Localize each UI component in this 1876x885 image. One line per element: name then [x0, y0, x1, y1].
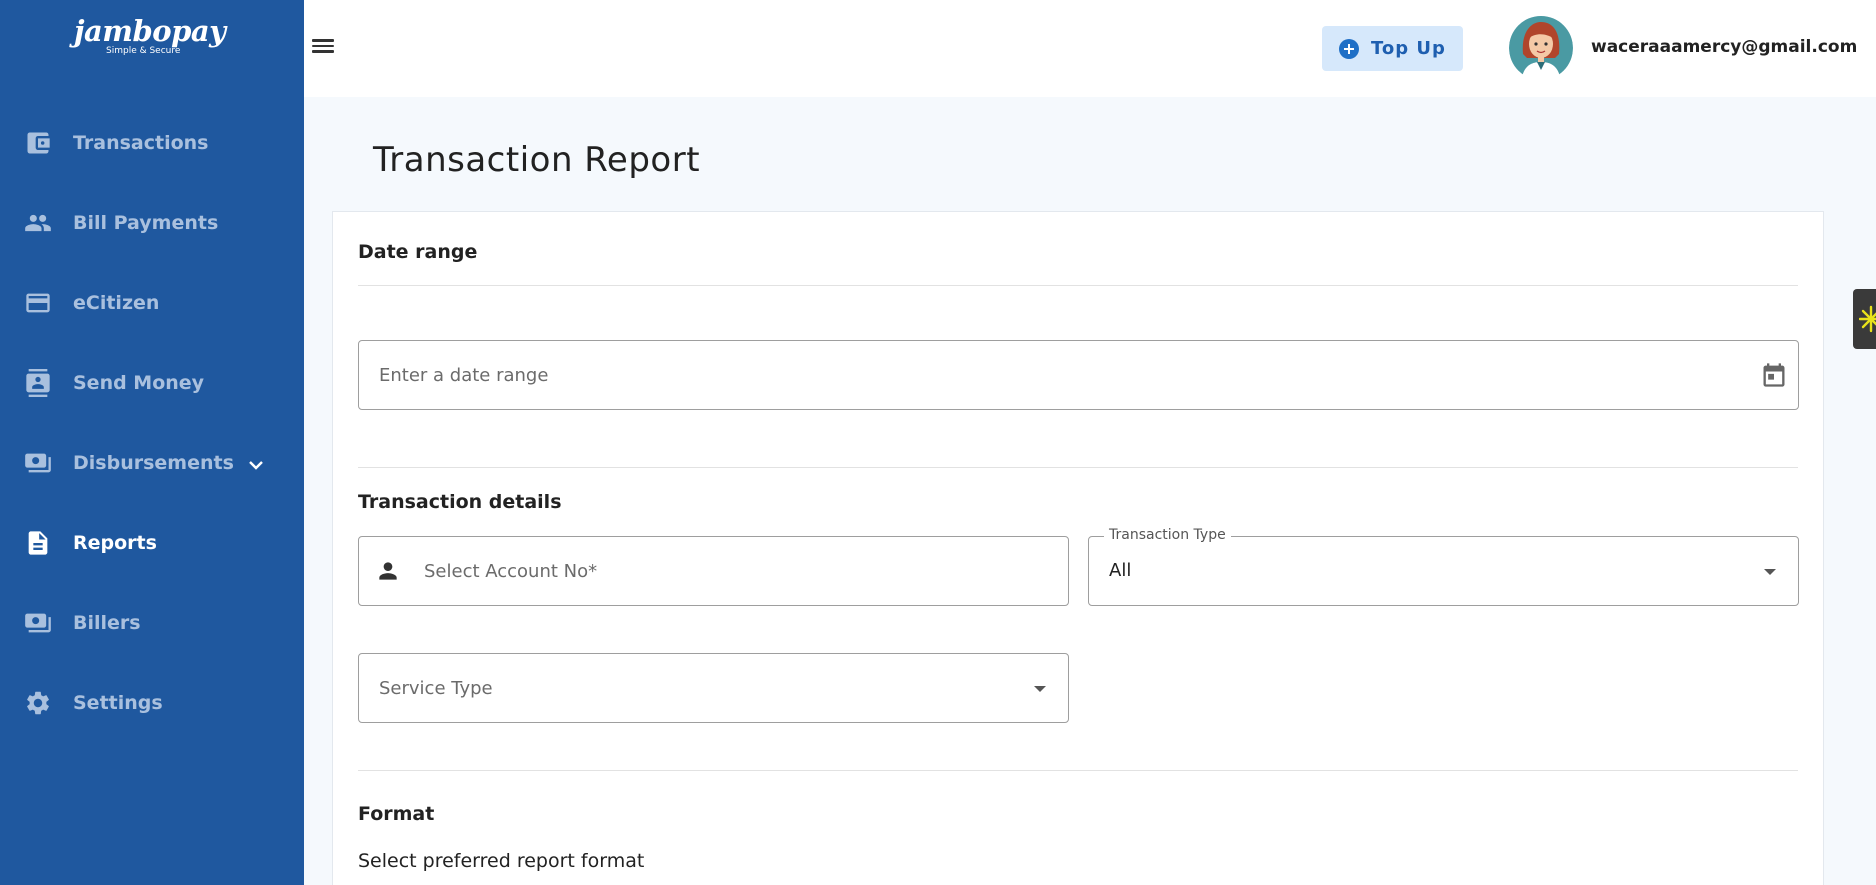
cash-icon	[24, 609, 52, 637]
dropdown-arrow-icon	[1034, 686, 1046, 692]
logo-text: jambopay	[74, 14, 226, 48]
sidebar-item-disbursements[interactable]: Disbursements	[0, 423, 304, 503]
transaction-type-value: All	[1109, 560, 1132, 581]
sidebar-item-label: Billers	[73, 612, 141, 634]
sidebar-item-send-money[interactable]: Send Money	[0, 343, 304, 423]
jambopay-logo[interactable]: jambopay Simple & Secure	[74, 14, 226, 60]
chevron-down-icon[interactable]	[246, 457, 266, 471]
transaction-details-section-title: Transaction details	[358, 491, 562, 513]
transaction-type-label: Transaction Type	[1104, 527, 1231, 543]
transaction-type-select[interactable]: Transaction Type All	[1088, 527, 1799, 606]
sidebar-item-settings[interactable]: Settings	[0, 663, 304, 743]
sidebar-item-transactions[interactable]: Transactions	[0, 103, 304, 183]
sidebar-item-reports[interactable]: Reports	[0, 503, 304, 583]
user-email[interactable]: waceraaamercy@gmail.com	[1591, 37, 1857, 57]
wallet-icon	[24, 129, 52, 157]
feedback-tab[interactable]	[1853, 289, 1876, 349]
cash-icon	[24, 449, 52, 477]
document-icon	[24, 529, 52, 557]
people-icon	[24, 209, 52, 237]
sparkle-icon	[1859, 305, 1876, 333]
format-description: Select preferred report format	[358, 850, 645, 872]
divider	[358, 285, 1798, 286]
date-range-placeholder: Enter a date range	[379, 365, 549, 386]
sidebar-item-label: Settings	[73, 692, 163, 714]
account-number-placeholder: Select Account No*	[424, 561, 598, 582]
hamburger-menu-icon[interactable]	[310, 36, 336, 58]
logo-tagline: Simple & Secure	[106, 46, 181, 56]
account-number-select[interactable]: Select Account No*	[358, 536, 1069, 606]
sidebar-item-label: Send Money	[73, 372, 205, 394]
avatar[interactable]	[1509, 14, 1573, 82]
sidebar-item-label: Transactions	[73, 132, 209, 154]
page-title: Transaction Report	[373, 140, 701, 180]
sidebar: jambopay Simple & Secure Transactions Bi…	[0, 0, 304, 885]
report-form-card: Date range Enter a date range Transactio…	[332, 211, 1824, 885]
top-up-label: Top Up	[1371, 38, 1446, 59]
sidebar-nav: Transactions Bill Payments eCitizen Send…	[0, 103, 304, 743]
contact-book-icon	[24, 369, 52, 397]
service-type-placeholder: Service Type	[379, 678, 493, 699]
divider	[358, 467, 1798, 468]
date-range-input[interactable]: Enter a date range	[358, 340, 1799, 410]
sidebar-item-ecitizen[interactable]: eCitizen	[0, 263, 304, 343]
top-up-button[interactable]: Top Up	[1322, 26, 1463, 71]
sidebar-item-label: Disbursements	[73, 452, 234, 474]
sidebar-item-label: Bill Payments	[73, 212, 219, 234]
calendar-icon[interactable]	[1760, 361, 1788, 389]
sidebar-item-label: Reports	[73, 532, 157, 554]
format-section-title: Format	[358, 803, 435, 825]
sidebar-item-billers[interactable]: Billers	[0, 583, 304, 663]
sidebar-item-bill-payments[interactable]: Bill Payments	[0, 183, 304, 263]
plus-circle-icon	[1339, 39, 1359, 59]
top-header: Top Up waceraaamercy@gmail.com	[304, 0, 1876, 97]
person-icon	[375, 558, 401, 584]
service-type-select[interactable]: Service Type	[358, 653, 1069, 723]
date-range-section-title: Date range	[358, 241, 478, 263]
gear-icon	[24, 689, 52, 717]
credit-card-icon	[24, 289, 52, 317]
sidebar-item-label: eCitizen	[73, 292, 160, 314]
divider	[358, 770, 1798, 771]
dropdown-arrow-icon	[1764, 569, 1776, 575]
